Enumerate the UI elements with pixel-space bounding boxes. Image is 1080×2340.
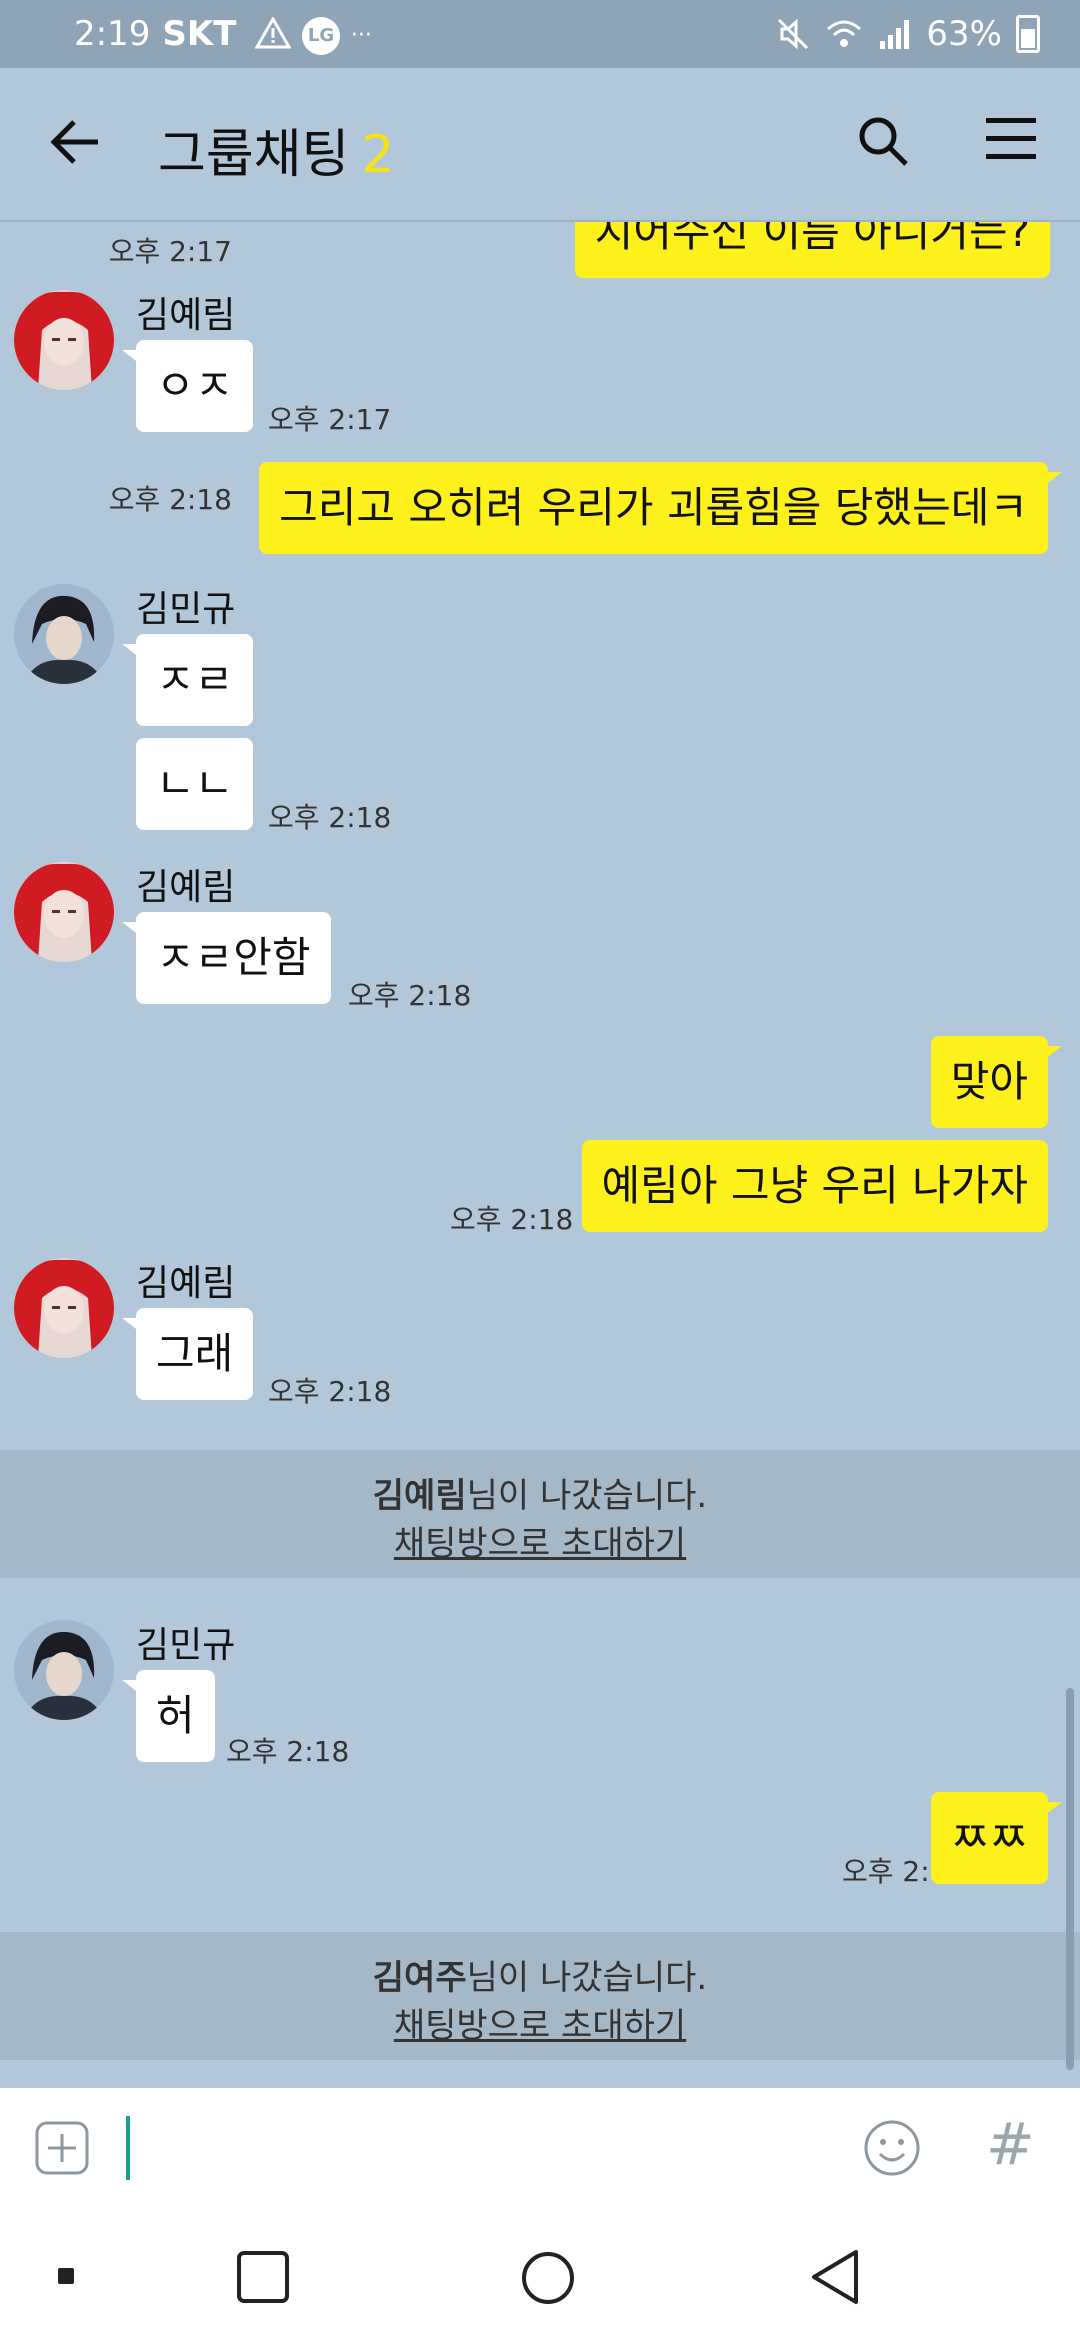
wifi-icon — [827, 20, 862, 47]
avatar-image — [14, 1620, 114, 1720]
scrollbar[interactable] — [1066, 1688, 1074, 2070]
outgoing-message[interactable]: 지어주신 이름 아니거든? — [574, 222, 1050, 278]
avatar-red-hair[interactable] — [14, 862, 114, 962]
chat-title: 그룹채팅 — [158, 125, 350, 185]
avatar-image — [14, 290, 114, 390]
outgoing-message[interactable]: 맞아 — [930, 1036, 1063, 1128]
outgoing-message[interactable]: ㅉㅉ — [930, 1792, 1063, 1884]
notice-text: 김여주님이 나갔습니다. — [0, 1950, 1080, 1999]
chat-title-block: 그룹채팅 2 — [158, 112, 394, 187]
incoming-message[interactable]: ㅈㄹ안함 — [122, 912, 331, 1004]
recent-apps-icon[interactable] — [58, 2268, 74, 2284]
message-input-bar: # — [0, 2088, 1080, 2208]
chat-header: 그룹채팅 2 — [0, 68, 1080, 222]
message-time: 오후 2:18 — [348, 979, 472, 1012]
system-notice: 김여주님이 나갔습니다. 채팅방으로 초대하기 — [0, 1932, 1080, 2060]
avatar-dark-hair[interactable] — [14, 1620, 114, 1720]
avatar-image — [14, 1258, 114, 1358]
outgoing-message[interactable]: 그리고 오히려 우리가 괴롭힘을 당했는데ㅋ — [259, 462, 1062, 554]
hashtag-search-button[interactable]: # — [986, 2110, 1035, 2178]
member-count: 2 — [361, 125, 395, 185]
sender-name: 김민규 — [136, 1625, 236, 1666]
notice-name: 김여주 — [372, 1958, 467, 1998]
message-time: 오후 2:17 — [108, 235, 232, 268]
message-input[interactable] — [126, 2116, 130, 2180]
outgoing-message[interactable]: 예림아 그냥 우리 나가자 — [581, 1140, 1048, 1232]
message-time: 오후 2:18 — [268, 801, 392, 834]
notice-text: 김예림님이 나갔습니다. — [0, 1468, 1080, 1517]
avatar-red-hair[interactable] — [14, 290, 114, 390]
sender-name: 김예림 — [136, 867, 236, 908]
invite-link[interactable]: 채팅방으로 초대하기 — [0, 1516, 1080, 1565]
notice-name: 김예림 — [372, 1476, 467, 1516]
mute-icon — [778, 18, 809, 50]
message-time: 오후 2:18 — [268, 1375, 392, 1408]
notice-suffix: 님이 나갔습니다. — [466, 1958, 708, 1998]
plus-icon[interactable] — [34, 2120, 90, 2176]
avatar-dark-hair[interactable] — [14, 584, 114, 684]
message-time: 오후 2:18 — [226, 1735, 350, 1768]
battery-icon — [1016, 15, 1040, 53]
status-bar: 2:19 SKT LG ··· 63% — [0, 0, 1080, 68]
status-more: ··· — [350, 23, 372, 48]
back-arrow-icon[interactable] — [46, 112, 106, 172]
incoming-message[interactable]: 그래 — [121, 1308, 254, 1400]
sender-name: 김예림 — [136, 295, 236, 336]
avatar-image — [14, 584, 114, 684]
chat-area[interactable]: 오후 2:17 지어주신 이름 아니거든? 김예림 ㅇㅈ 오후 2:17 오후 … — [0, 222, 1080, 2088]
status-time-block: 2:19 SKT LG ··· — [74, 14, 372, 55]
status-time: 2:19 — [74, 14, 151, 54]
back-triangle-icon[interactable] — [808, 2248, 862, 2306]
emoji-icon[interactable] — [862, 2118, 922, 2178]
status-right: 63% — [776, 14, 1040, 54]
message-time: 오후 2:18 — [450, 1203, 574, 1236]
menu-icon[interactable] — [986, 116, 1036, 162]
notice-suffix: 님이 나갔습니다. — [466, 1476, 708, 1516]
home-circle-icon[interactable] — [520, 2250, 576, 2306]
search-icon[interactable] — [856, 114, 910, 168]
battery-percent: 63% — [926, 14, 1002, 54]
lg-badge: LG — [302, 16, 341, 55]
signal-icon — [880, 20, 910, 49]
warning-icon — [254, 15, 292, 49]
incoming-message[interactable]: 허 — [122, 1670, 215, 1762]
sender-name: 김민규 — [136, 589, 236, 630]
message-time: 오후 2:17 — [268, 403, 392, 436]
status-carrier: SKT — [162, 14, 237, 54]
incoming-message[interactable]: ㅈㄹ — [121, 634, 254, 726]
incoming-message[interactable]: ㅇㅈ — [121, 340, 254, 432]
invite-link[interactable]: 채팅방으로 초대하기 — [0, 1998, 1080, 2047]
system-nav-bar — [0, 2208, 1080, 2340]
overview-square-icon[interactable] — [236, 2250, 290, 2304]
system-notice: 김예림님이 나갔습니다. 채팅방으로 초대하기 — [0, 1450, 1080, 1578]
avatar-image — [14, 862, 114, 962]
message-time: 오후 2:18 — [108, 483, 232, 516]
sender-name: 김예림 — [136, 1263, 236, 1304]
incoming-message[interactable]: ㄴㄴ — [136, 738, 254, 830]
avatar-red-hair[interactable] — [14, 1258, 114, 1358]
